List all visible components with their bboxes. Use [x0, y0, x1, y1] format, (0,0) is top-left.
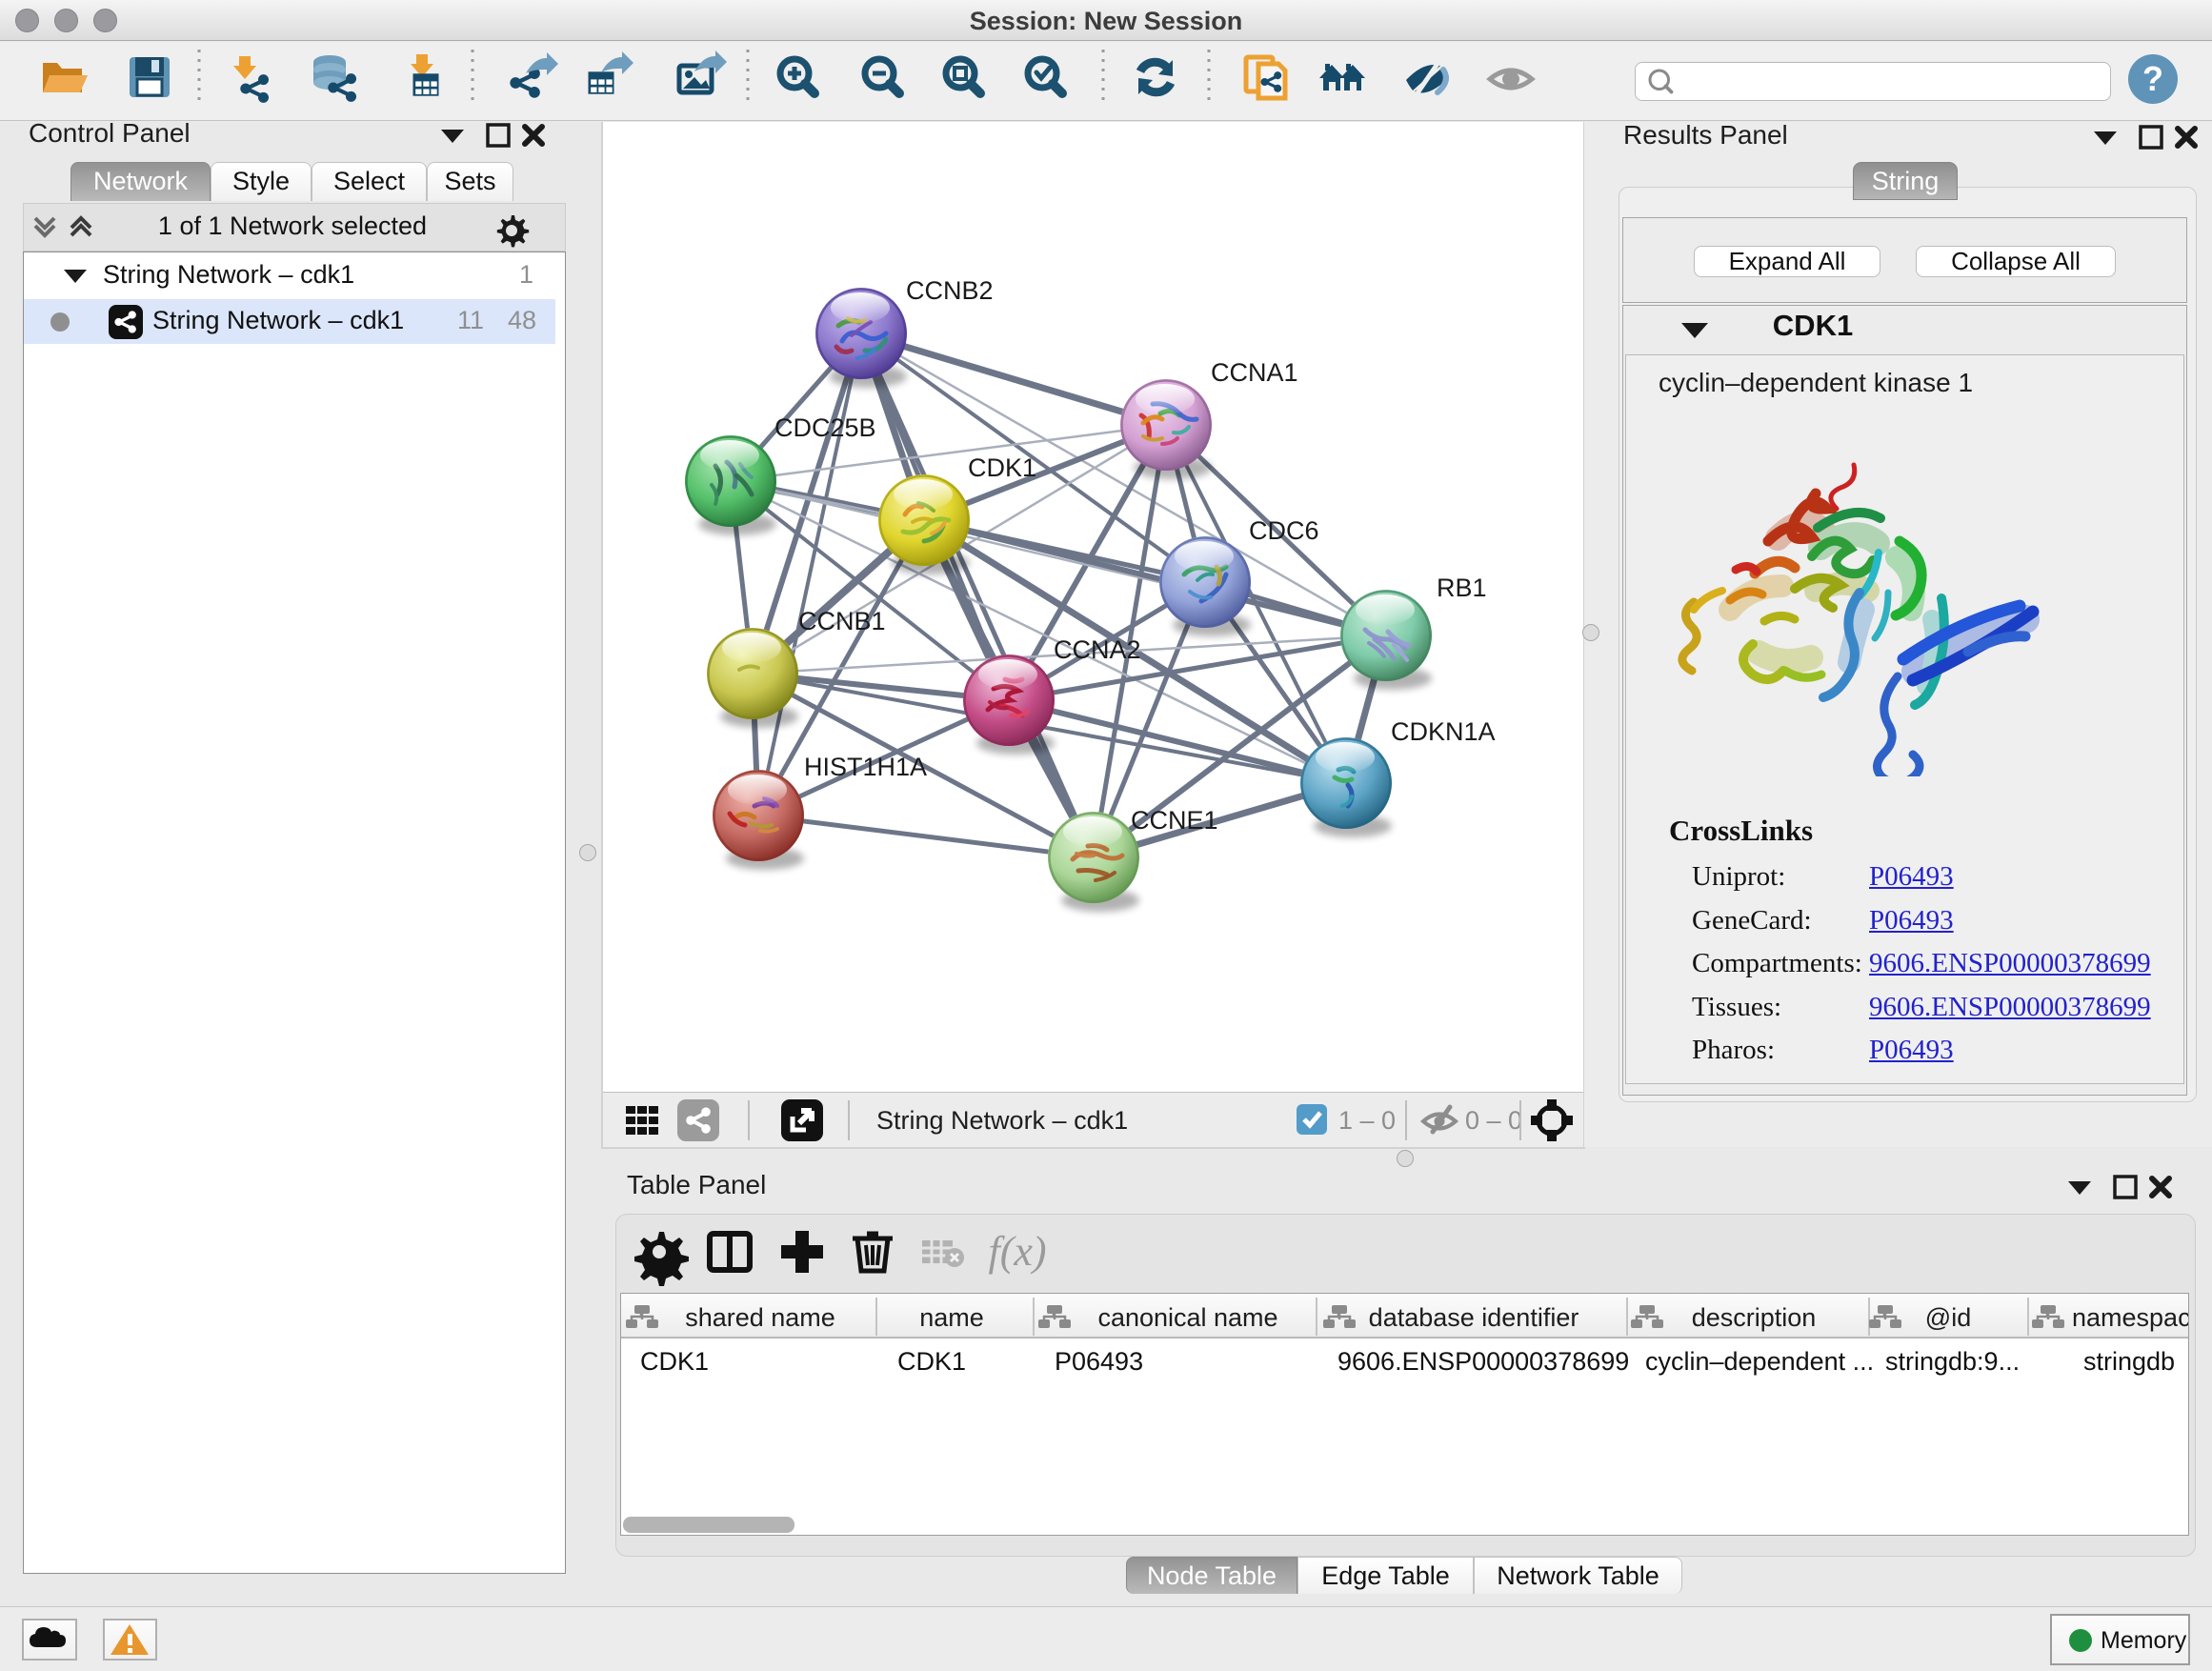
svg-text:name: name [919, 1303, 984, 1332]
svg-text:String Network – cdk1: String Network – cdk1 [876, 1106, 1128, 1135]
svg-text:shared name: shared name [685, 1303, 835, 1332]
svg-text:f(x): f(x) [988, 1228, 1046, 1275]
svg-text:9606.ENSP00000378699: 9606.ENSP00000378699 [1337, 1347, 1629, 1376]
svg-text:P06493: P06493 [1055, 1347, 1143, 1376]
svg-text:stringdb: stringdb [2083, 1347, 2175, 1376]
svg-text:CCNA1: CCNA1 [1211, 358, 1298, 387]
svg-text:CCNA2: CCNA2 [1054, 635, 1141, 664]
svg-text:CDK1: CDK1 [968, 453, 1036, 482]
svg-text:?: ? [2142, 59, 2163, 98]
svg-text:CCNB2: CCNB2 [906, 276, 994, 305]
svg-text:CDKN1A: CDKN1A [1391, 717, 1496, 746]
svg-text:CDK1: CDK1 [897, 1347, 966, 1376]
svg-text:0 – 0: 0 – 0 [1465, 1106, 1522, 1135]
svg-text:CCNB1: CCNB1 [798, 607, 886, 635]
svg-text:namespace: namespace [2072, 1303, 2188, 1332]
svg-text:description: description [1692, 1303, 1817, 1332]
svg-text:RB1: RB1 [1437, 574, 1487, 602]
svg-text:CCNE1: CCNE1 [1131, 806, 1218, 835]
svg-text:CDK1: CDK1 [640, 1347, 709, 1376]
svg-text:cyclin–dependent ...: cyclin–dependent ... [1645, 1347, 1874, 1376]
svg-text:CDC25B: CDC25B [774, 413, 876, 442]
svg-text:stringdb:9...: stringdb:9... [1885, 1347, 2020, 1376]
svg-text:@id: @id [1925, 1303, 1971, 1332]
svg-text:canonical name: canonical name [1097, 1303, 1277, 1332]
svg-text:CDC6: CDC6 [1249, 516, 1319, 545]
svg-text:1 – 0: 1 – 0 [1338, 1106, 1396, 1135]
svg-text:database identifier: database identifier [1369, 1303, 1579, 1332]
svg-text:HIST1H1A: HIST1H1A [804, 753, 927, 781]
